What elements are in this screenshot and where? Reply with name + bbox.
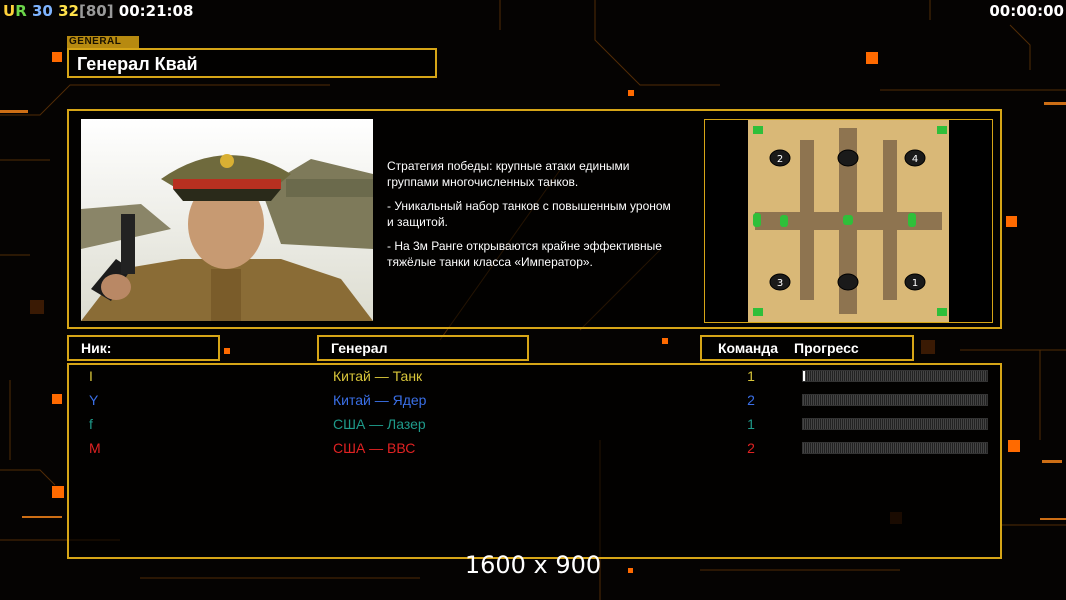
player-row: M США — ВВС 2 bbox=[69, 438, 1004, 462]
map-slot-1: 1 bbox=[912, 278, 918, 289]
general-portrait bbox=[81, 119, 373, 321]
elapsed-time: 00:21:08 bbox=[118, 2, 194, 20]
map-slot-2: 2 bbox=[777, 154, 783, 165]
player-nick: f bbox=[89, 416, 93, 432]
player-progress-bar bbox=[802, 418, 988, 430]
player-row: I Китай — Танк 1 bbox=[69, 366, 1004, 390]
header-team: Команда bbox=[718, 340, 778, 356]
description-line-2: - Уникальный набор танков с повышенным у… bbox=[387, 199, 671, 229]
stat-3: [80] bbox=[78, 2, 114, 20]
player-team: 2 bbox=[747, 440, 755, 456]
header-nick: Ник: bbox=[67, 335, 220, 361]
game-timer: 00:00:00 bbox=[989, 2, 1064, 20]
stat-2: 32 bbox=[58, 2, 79, 20]
player-progress-bar bbox=[802, 394, 988, 406]
player-row: f США — Лазер 1 bbox=[69, 414, 1004, 438]
map-slot-3: 3 bbox=[777, 278, 783, 289]
player-nick: M bbox=[89, 440, 101, 456]
general-tag: GENERAL bbox=[67, 36, 139, 48]
player-general: США — Лазер bbox=[333, 416, 426, 432]
player-nick: I bbox=[89, 368, 93, 384]
general-description: Стратегия победы: крупные атаки едиными … bbox=[387, 159, 707, 279]
description-line-3: - На 3м Ранге открываются крайне эффекти… bbox=[387, 239, 662, 269]
player-nick: Y bbox=[89, 392, 99, 408]
player-row: Y Китай — Ядер 2 bbox=[69, 390, 1004, 414]
fps-counter: UR 30 32[80] 00:21:08 bbox=[3, 2, 193, 20]
description-line-1: Стратегия победы: крупные атаки едиными … bbox=[387, 159, 630, 189]
player-general: США — ВВС bbox=[333, 440, 416, 456]
player-team: 1 bbox=[747, 368, 755, 384]
map-minimap: 2 4 3 1 bbox=[705, 120, 992, 322]
ur-label: U bbox=[3, 2, 16, 20]
general-info-panel: Стратегия победы: крупные атаки едиными … bbox=[67, 109, 1002, 329]
map-preview: 2 4 3 1 bbox=[704, 119, 993, 323]
player-general: Китай — Танк bbox=[333, 368, 423, 384]
player-progress-bar bbox=[802, 370, 988, 382]
player-general: Китай — Ядер bbox=[333, 392, 427, 408]
player-list: I Китай — Танк 1 Y Китай — Ядер 2 f США … bbox=[67, 363, 1002, 559]
header-general: Генерал bbox=[317, 335, 529, 361]
stat-1: 30 bbox=[31, 2, 53, 20]
map-slot-4: 4 bbox=[912, 154, 918, 165]
resolution-label: 1600 x 900 bbox=[464, 551, 602, 579]
player-progress-fill bbox=[803, 371, 805, 381]
general-name: Генерал Квай bbox=[77, 54, 198, 74]
player-team: 1 bbox=[747, 416, 755, 432]
general-title-box: Генерал Квай bbox=[67, 48, 437, 78]
player-progress-bar bbox=[802, 442, 988, 454]
header-team-progress: Команда Прогресс bbox=[700, 335, 914, 361]
header-progress: Прогресс bbox=[794, 340, 859, 356]
player-team: 2 bbox=[747, 392, 755, 408]
ur-label-r: R bbox=[15, 2, 27, 20]
